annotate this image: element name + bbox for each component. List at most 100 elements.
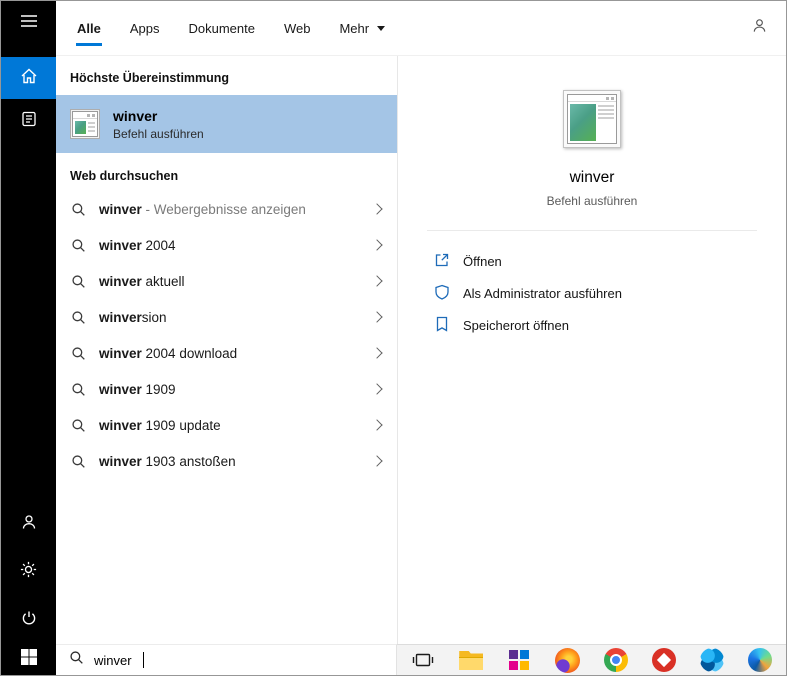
search-suggestion[interactable]: winver 1909	[56, 371, 397, 407]
admin-shield-icon	[434, 284, 450, 303]
search-icon	[71, 238, 86, 253]
search-window: Alle Apps Dokumente Web Mehr Höchste Üb	[0, 0, 787, 676]
hamburger-icon	[20, 14, 38, 33]
best-match-subtitle: Befehl ausführen	[113, 127, 204, 141]
tab-apps[interactable]: Apps	[129, 2, 161, 55]
left-rail	[1, 1, 56, 675]
best-match-title: winver	[113, 108, 204, 124]
tab-label: Dokumente	[188, 21, 254, 36]
winver-app-icon-large	[563, 90, 621, 148]
preview-panel: winver Befehl ausführen Öffnen Als	[398, 56, 786, 644]
search-suggestion[interactable]: winver - Webergebnisse anzeigen	[56, 191, 397, 227]
chevron-right-icon[interactable]	[371, 239, 382, 250]
power-icon	[20, 609, 38, 632]
tab-label: Alle	[77, 21, 101, 36]
search-suggestion[interactable]: winver 1903 anstoßen	[56, 443, 397, 479]
chevron-right-icon[interactable]	[371, 275, 382, 286]
chevron-right-icon[interactable]	[371, 311, 382, 322]
text-caret	[143, 652, 144, 668]
search-suggestion[interactable]: winver 2004 download	[56, 335, 397, 371]
account-icon[interactable]	[751, 17, 768, 39]
suggestion-text: winver - Webergebnisse anzeigen	[99, 202, 373, 217]
tab-label: Mehr	[339, 21, 369, 36]
tab-label: Web	[284, 21, 311, 36]
tab-web[interactable]: Web	[283, 2, 312, 55]
suggestion-text: winver 1909	[99, 382, 373, 397]
search-icon	[71, 346, 86, 361]
rail-spacer	[1, 143, 56, 500]
search-icon	[71, 418, 86, 433]
menu-button[interactable]	[1, 1, 56, 45]
suggestion-text: winver 1909 update	[99, 418, 373, 433]
tab-dokumente[interactable]: Dokumente	[187, 2, 255, 55]
preview-subtitle: Befehl ausführen	[547, 194, 638, 208]
chevron-right-icon[interactable]	[371, 383, 382, 394]
search-suggestion[interactable]: winver 2004	[56, 227, 397, 263]
best-match-header: Höchste Übereinstimmung	[56, 56, 397, 95]
chevron-right-icon[interactable]	[371, 419, 382, 430]
suggestion-text: winver 2004	[99, 238, 373, 253]
chevron-right-icon[interactable]	[371, 347, 382, 358]
action-label: Öffnen	[463, 254, 502, 269]
search-icon	[69, 650, 84, 670]
folder-glyph	[459, 651, 483, 670]
home-icon	[19, 66, 39, 91]
edge-icon[interactable]	[738, 645, 782, 676]
tab-mehr[interactable]: Mehr	[338, 2, 386, 55]
search-input[interactable]: winver	[56, 644, 397, 675]
firefox-icon[interactable]	[545, 645, 589, 676]
search-suggestion[interactable]: winver 1909 update	[56, 407, 397, 443]
settings-button[interactable]	[1, 548, 56, 596]
search-suggestion[interactable]: winver aktuell	[56, 263, 397, 299]
chevron-right-icon[interactable]	[371, 455, 382, 466]
action-label: Speicherort öffnen	[463, 318, 569, 333]
task-view-icon[interactable]	[401, 645, 445, 676]
web-search-header: Web durchsuchen	[56, 153, 397, 191]
suggestion-text: winver 2004 download	[99, 346, 373, 361]
tab-alle[interactable]: Alle	[76, 2, 102, 55]
taskbar	[397, 644, 786, 675]
preview-title: winver	[570, 169, 615, 187]
best-match-result[interactable]: winver Befehl ausführen	[56, 95, 397, 153]
open-icon	[434, 252, 450, 271]
file-location-icon	[434, 316, 450, 335]
action-label: Als Administrator ausführen	[463, 286, 622, 301]
notebook-button[interactable]	[1, 99, 56, 143]
tiles-glyph	[509, 650, 529, 670]
search-content: Höchste Übereinstimmung winver Befehl au…	[56, 56, 786, 644]
file-explorer-icon[interactable]	[449, 645, 493, 676]
search-input-value: winver	[94, 653, 132, 668]
action-open[interactable]: Öffnen	[434, 245, 786, 277]
search-main: Alle Apps Dokumente Web Mehr Höchste Üb	[56, 1, 786, 675]
preview-actions: Öffnen Als Administrator ausführen Speic…	[398, 231, 786, 341]
search-icon	[71, 202, 86, 217]
tab-label: Apps	[130, 21, 160, 36]
account-button[interactable]	[1, 500, 56, 548]
search-icon	[71, 274, 86, 289]
search-filter-tabs: Alle Apps Dokumente Web Mehr	[56, 1, 786, 56]
start-button[interactable]	[1, 644, 56, 675]
search-icon	[71, 310, 86, 325]
suggestion-text: winver aktuell	[99, 274, 373, 289]
chevron-down-icon	[377, 26, 385, 35]
search-suggestion[interactable]: winversion	[56, 299, 397, 335]
chevron-right-icon[interactable]	[371, 203, 382, 214]
search-icon	[71, 382, 86, 397]
power-button[interactable]	[1, 596, 56, 644]
action-open-file-location[interactable]: Speicherort öffnen	[434, 309, 786, 341]
notebook-icon	[20, 110, 38, 133]
home-button[interactable]	[1, 57, 56, 99]
suggestion-text: winversion	[99, 310, 373, 325]
suggestion-text: winver 1903 anstoßen	[99, 454, 373, 469]
app-tiles-icon[interactable]	[497, 645, 541, 676]
results-panel: Höchste Übereinstimmung winver Befehl au…	[56, 56, 398, 644]
best-match-text: winver Befehl ausführen	[113, 108, 204, 141]
search-icon	[71, 454, 86, 469]
action-run-as-admin[interactable]: Als Administrator ausführen	[434, 277, 786, 309]
user-icon	[20, 513, 38, 536]
gear-icon	[19, 560, 38, 584]
windows-logo-icon	[21, 649, 37, 670]
red-app-icon[interactable]	[642, 645, 686, 676]
blue-app-icon[interactable]	[690, 645, 734, 676]
chrome-icon[interactable]	[594, 645, 638, 676]
